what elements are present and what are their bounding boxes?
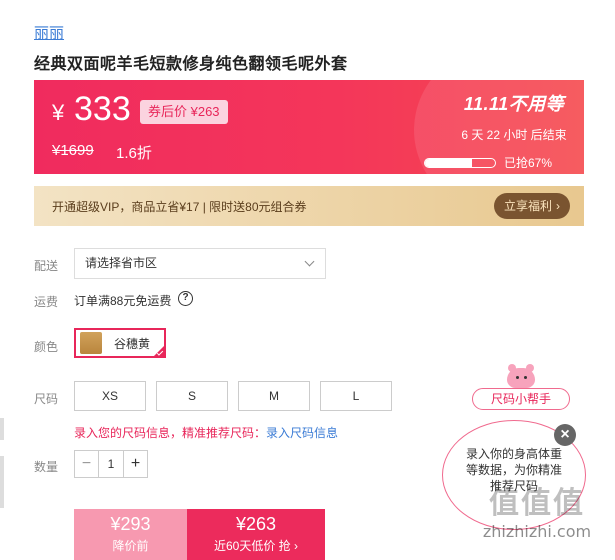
- mascot-eye: [524, 376, 527, 379]
- region-select[interactable]: 请选择省市区: [74, 248, 326, 279]
- color-option-label: 谷穗黄: [114, 336, 151, 351]
- promo-block: 11.11不用等 6 天 22 小时 后结束: [454, 90, 574, 143]
- vip-banner: 开通超级VIP，商品立省¥17 | 限时送80元组合券 立享福利 ›: [34, 186, 584, 226]
- price-panel: ¥ 333 券后价 ¥263 ¥1699 1.6折 11.11不用等 6 天 2…: [34, 80, 584, 174]
- mascot-eye: [516, 376, 519, 379]
- size-helper-button[interactable]: 尺码小帮手: [472, 388, 570, 410]
- promo-title: 11.11不用等: [463, 94, 565, 114]
- left-edge-strip: [0, 418, 4, 440]
- vip-button-label: 立享福利: [503, 199, 552, 213]
- brand-link[interactable]: 丽丽: [34, 22, 64, 43]
- size-option-xs[interactable]: XS: [74, 381, 146, 411]
- buy-now-button[interactable]: ¥263 近60天低价 抢 ›: [187, 509, 325, 560]
- sold-progress: 已抢67%: [424, 154, 552, 171]
- color-label: 颜色: [34, 340, 59, 354]
- quantity-decrease-button[interactable]: −: [75, 451, 99, 477]
- original-price: ¥1699: [52, 142, 94, 159]
- size-entry-link[interactable]: 录入尺码信息: [266, 426, 338, 440]
- mascot-icon: [504, 364, 538, 388]
- sold-progress-fill: [425, 158, 472, 167]
- chevron-down-icon: [304, 256, 315, 267]
- current-price: 333: [74, 90, 131, 128]
- size-option-l[interactable]: L: [320, 381, 392, 411]
- buy-right-label: 近60天低价 抢 ›: [213, 539, 298, 553]
- size-hint: 录入您的尺码信息，精准推荐尺码：录入尺码信息: [74, 424, 338, 441]
- watermark-logo: 值值值: [489, 487, 585, 520]
- sold-progress-bar: [424, 157, 496, 168]
- coupon-price-tag: 券后价 ¥263: [140, 100, 228, 124]
- quantity-input[interactable]: 1: [99, 451, 123, 477]
- quantity-label: 数量: [34, 460, 59, 474]
- size-hint-text: 录入您的尺码信息，精准推荐尺码：: [74, 426, 267, 440]
- vip-benefit-button[interactable]: 立享福利 ›: [493, 193, 570, 219]
- delivery-label: 配送: [34, 259, 59, 273]
- buy-left-label: 降价前: [112, 539, 149, 553]
- close-icon[interactable]: ×: [554, 424, 576, 446]
- discount-rate: 1.6折: [116, 145, 152, 162]
- mascot-head: [507, 368, 535, 388]
- size-label: 尺码: [34, 392, 59, 406]
- watermark: 值值值 zhizhizhi.com: [462, 478, 612, 558]
- quantity-stepper: − 1 +: [74, 450, 148, 478]
- size-option-m[interactable]: M: [238, 381, 310, 411]
- chevron-right-icon: ›: [556, 199, 560, 213]
- region-select-placeholder: 请选择省市区: [85, 256, 158, 270]
- size-option-s[interactable]: S: [156, 381, 228, 411]
- shipping-text: 订单满88元免运费: [74, 294, 172, 308]
- buy-right-price: ¥263: [235, 514, 277, 534]
- color-thumbnail: [80, 332, 102, 354]
- quantity-increase-button[interactable]: +: [123, 451, 147, 477]
- currency-symbol: ¥: [52, 100, 65, 125]
- help-icon[interactable]: ?: [178, 291, 193, 306]
- sold-progress-text: 已抢67%: [504, 156, 553, 170]
- vip-text: 开通超级VIP，商品立省¥17 | 限时送80元组合券: [52, 200, 307, 214]
- buy-left-price: ¥293: [110, 514, 151, 534]
- product-title: 经典双面呢羊毛短款修身纯色翻领毛呢外套: [34, 56, 348, 73]
- left-edge-strip: [0, 456, 4, 508]
- countdown-text: 6 天 22 小时 后结束: [461, 128, 567, 142]
- buy-before-drop-button[interactable]: ¥293 降价前: [74, 509, 187, 560]
- color-option-selected[interactable]: 谷穗黄: [74, 328, 166, 358]
- shipping-label: 运费: [34, 295, 59, 309]
- watermark-url: zhizhizhi.com: [482, 522, 592, 541]
